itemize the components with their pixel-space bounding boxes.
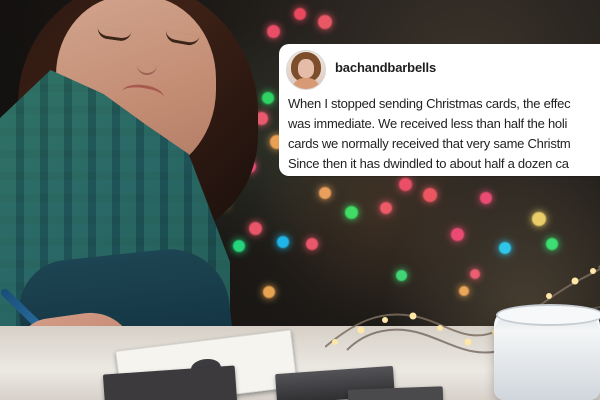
bokeh-light	[546, 238, 558, 250]
bokeh-light	[499, 242, 511, 254]
meme-image: bachandbarbells When I stopped sending C…	[0, 0, 600, 400]
bokeh-light	[423, 188, 437, 202]
bokeh-light	[470, 269, 480, 279]
bokeh-light	[318, 15, 332, 29]
bokeh-light	[294, 8, 306, 20]
social-post-overlay: bachandbarbells When I stopped sending C…	[279, 44, 600, 176]
avatar-shoulders	[292, 78, 320, 89]
post-line: was immediate. We received less than hal…	[288, 116, 568, 131]
bokeh-light	[459, 286, 469, 296]
avatar	[286, 50, 326, 90]
bokeh-light	[345, 206, 358, 219]
bokeh-light	[263, 286, 275, 298]
bokeh-light	[262, 92, 274, 104]
post-line: Since then it has dwindled to about half…	[288, 156, 569, 171]
bokeh-light	[306, 238, 318, 250]
bokeh-light	[267, 25, 280, 38]
bokeh-light	[319, 187, 331, 199]
mug-rim	[496, 304, 600, 326]
post-body: When I stopped sending Christmas cards, …	[288, 94, 600, 174]
bokeh-light	[380, 202, 392, 214]
avatar-face	[298, 59, 314, 78]
bokeh-light	[396, 270, 407, 281]
bokeh-light	[233, 240, 245, 252]
woman-nose	[137, 49, 157, 75]
post-line: cards we normally received that very sam…	[288, 136, 571, 151]
greeting-card	[347, 386, 444, 400]
bokeh-light	[249, 222, 262, 235]
username: bachandbarbells	[335, 60, 437, 75]
bokeh-light	[399, 178, 412, 191]
bokeh-light	[451, 228, 464, 241]
bokeh-light	[480, 192, 492, 204]
bokeh-light	[277, 236, 289, 248]
post-line: When I stopped sending Christmas cards, …	[288, 96, 571, 111]
bokeh-light	[532, 212, 546, 226]
